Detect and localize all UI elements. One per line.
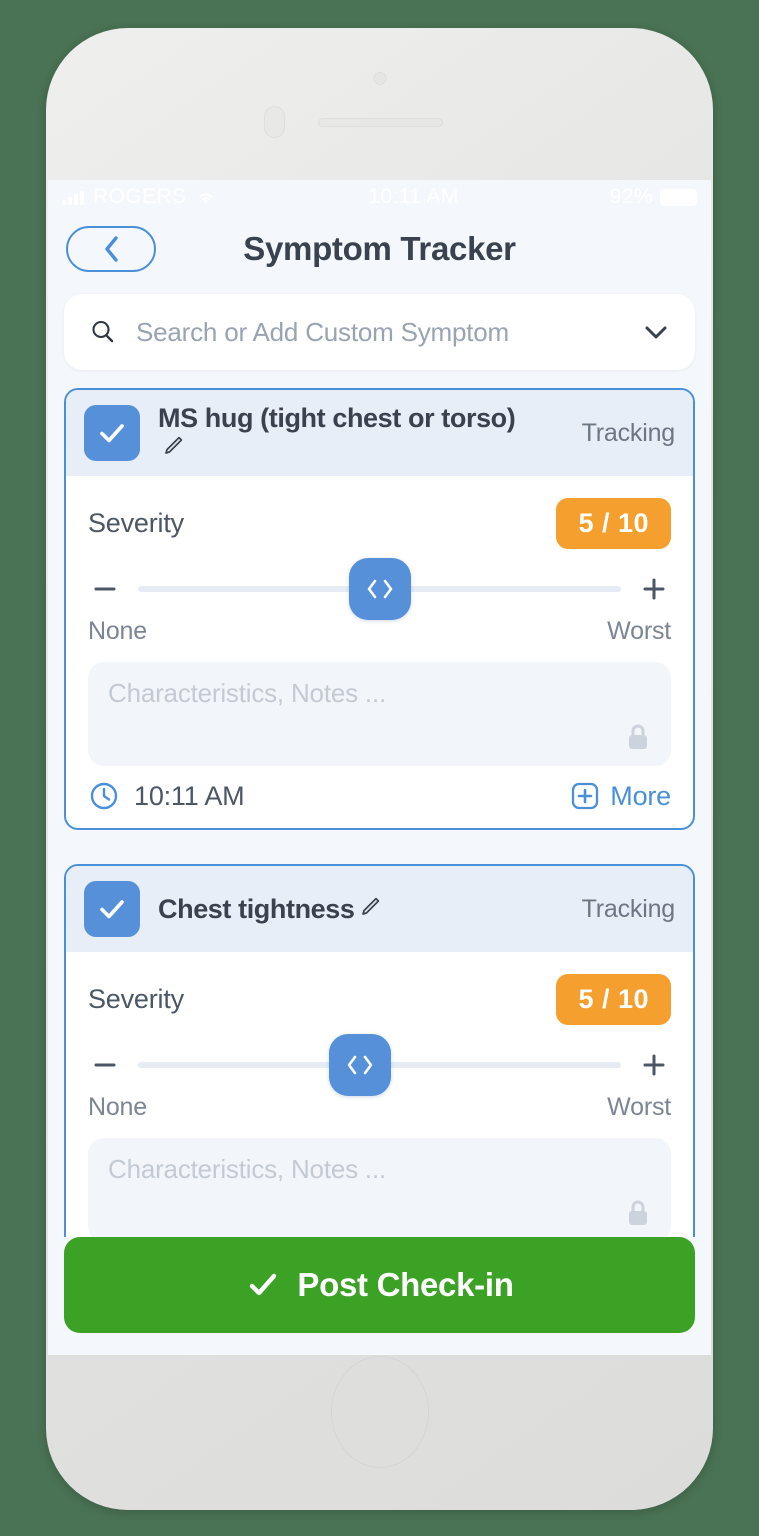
notes-textarea[interactable]: Characteristics, Notes ... bbox=[88, 662, 671, 767]
symptom-name: Chest tightness bbox=[158, 894, 355, 925]
search-icon bbox=[92, 320, 114, 343]
check-icon bbox=[100, 900, 124, 919]
plus-icon bbox=[643, 1054, 665, 1076]
symptom-card: MS hug (tight chest or torso) Tracking S… bbox=[64, 388, 695, 831]
status-bar-left: ROGERS bbox=[62, 185, 217, 209]
symptom-checkbox[interactable] bbox=[84, 405, 140, 462]
severity-scale-min: None bbox=[88, 1093, 147, 1122]
notes-textarea[interactable]: Characteristics, Notes ... bbox=[88, 1138, 671, 1243]
symptom-checkbox[interactable] bbox=[84, 881, 140, 938]
pencil-icon[interactable] bbox=[160, 433, 186, 459]
proximity-sensor-icon bbox=[264, 106, 285, 138]
bottom-action-bar: Post Check-in bbox=[48, 1237, 711, 1355]
notes-section: Characteristics, Notes ... bbox=[66, 646, 693, 767]
chevron-left-icon bbox=[105, 236, 118, 262]
carrier-name: ROGERS bbox=[93, 185, 187, 208]
severity-slider-thumb[interactable] bbox=[329, 1034, 392, 1097]
severity-increase-button[interactable] bbox=[637, 572, 671, 606]
notes-placeholder: Characteristics, Notes ... bbox=[108, 1154, 386, 1185]
search-section: Search or Add Custom Symptom bbox=[48, 284, 711, 370]
left-right-chevrons-icon bbox=[367, 579, 392, 599]
status-bar-right: 92% bbox=[610, 185, 697, 209]
search-bar[interactable]: Search or Add Custom Symptom bbox=[64, 294, 695, 370]
severity-badge[interactable]: 5 / 10 bbox=[556, 498, 671, 550]
pencil-icon[interactable] bbox=[357, 894, 383, 920]
minus-icon bbox=[94, 1063, 116, 1067]
check-icon bbox=[250, 1273, 277, 1296]
wifi-icon bbox=[199, 193, 214, 204]
severity-scale-min: None bbox=[88, 617, 147, 646]
phone-screen: ROGERS 10:11 AM 92% Symptom Tracker Sear… bbox=[48, 180, 711, 1355]
severity-label: Severity bbox=[88, 984, 184, 1015]
symptom-name: MS hug (tight chest or torso) bbox=[158, 403, 516, 433]
severity-scale-max: Worst bbox=[607, 617, 671, 646]
tracking-status: Tracking bbox=[581, 894, 676, 923]
severity-label: Severity bbox=[88, 508, 184, 539]
clock-icon bbox=[90, 782, 118, 810]
battery-percent: 92% bbox=[609, 185, 653, 208]
entry-time: 10:11 AM bbox=[134, 780, 245, 811]
more-button[interactable]: More bbox=[570, 781, 671, 812]
symptom-card-header: Chest tightness Tracking bbox=[66, 866, 693, 953]
severity-slider-track-wrap[interactable] bbox=[138, 1034, 621, 1097]
check-icon bbox=[100, 424, 124, 443]
symptom-card-header: MS hug (tight chest or torso) Tracking bbox=[66, 390, 693, 477]
timestamp-group[interactable]: 10:11 AM bbox=[88, 780, 245, 812]
notes-placeholder: Characteristics, Notes ... bbox=[108, 678, 386, 709]
status-bar: ROGERS 10:11 AM 92% bbox=[48, 180, 711, 214]
minus-icon bbox=[94, 587, 116, 591]
symptom-name-wrap: MS hug (tight chest or torso) bbox=[158, 403, 564, 462]
left-right-chevrons-icon bbox=[347, 1055, 373, 1075]
more-label: More bbox=[610, 780, 671, 811]
home-button[interactable] bbox=[330, 1356, 429, 1468]
severity-slider-track-wrap[interactable] bbox=[138, 558, 621, 621]
severity-row: Severity 5 / 10 bbox=[66, 952, 693, 1035]
post-checkin-button[interactable]: Post Check-in bbox=[64, 1237, 695, 1333]
severity-slider-row bbox=[66, 558, 693, 621]
severity-increase-button[interactable] bbox=[637, 1048, 671, 1082]
post-checkin-label: Post Check-in bbox=[297, 1266, 514, 1303]
earpiece-speaker-icon bbox=[318, 118, 443, 127]
chevron-down-icon[interactable] bbox=[641, 322, 671, 342]
severity-scale-max: Worst bbox=[607, 1093, 671, 1122]
tracking-status: Tracking bbox=[581, 418, 676, 447]
severity-row: Severity 5 / 10 bbox=[66, 476, 693, 559]
back-button[interactable] bbox=[66, 226, 156, 272]
notes-section: Characteristics, Notes ... bbox=[66, 1122, 693, 1243]
severity-decrease-button[interactable] bbox=[88, 1048, 122, 1082]
symptom-name-wrap: Chest tightness bbox=[158, 894, 564, 924]
search-input[interactable]: Search or Add Custom Symptom bbox=[136, 317, 623, 348]
lock-icon[interactable] bbox=[623, 1196, 653, 1230]
front-camera-icon bbox=[373, 72, 386, 85]
lock-icon[interactable] bbox=[623, 720, 653, 754]
severity-slider-thumb[interactable] bbox=[348, 558, 411, 621]
symptom-card: Chest tightness Tracking Severity 5 / 10 bbox=[64, 864, 695, 1275]
severity-decrease-button[interactable] bbox=[88, 572, 122, 606]
battery-icon bbox=[660, 188, 697, 206]
plus-icon bbox=[643, 578, 665, 600]
symptom-card-list: MS hug (tight chest or torso) Tracking S… bbox=[48, 370, 711, 1275]
severity-badge[interactable]: 5 / 10 bbox=[556, 974, 671, 1026]
symptom-card-footer: 10:11 AM More bbox=[66, 766, 693, 828]
signal-bars-icon bbox=[62, 190, 84, 205]
status-bar-time: 10:11 AM bbox=[368, 185, 459, 208]
plus-square-icon bbox=[572, 783, 599, 810]
severity-slider-row bbox=[66, 1034, 693, 1097]
navigation-bar: Symptom Tracker bbox=[48, 214, 711, 284]
